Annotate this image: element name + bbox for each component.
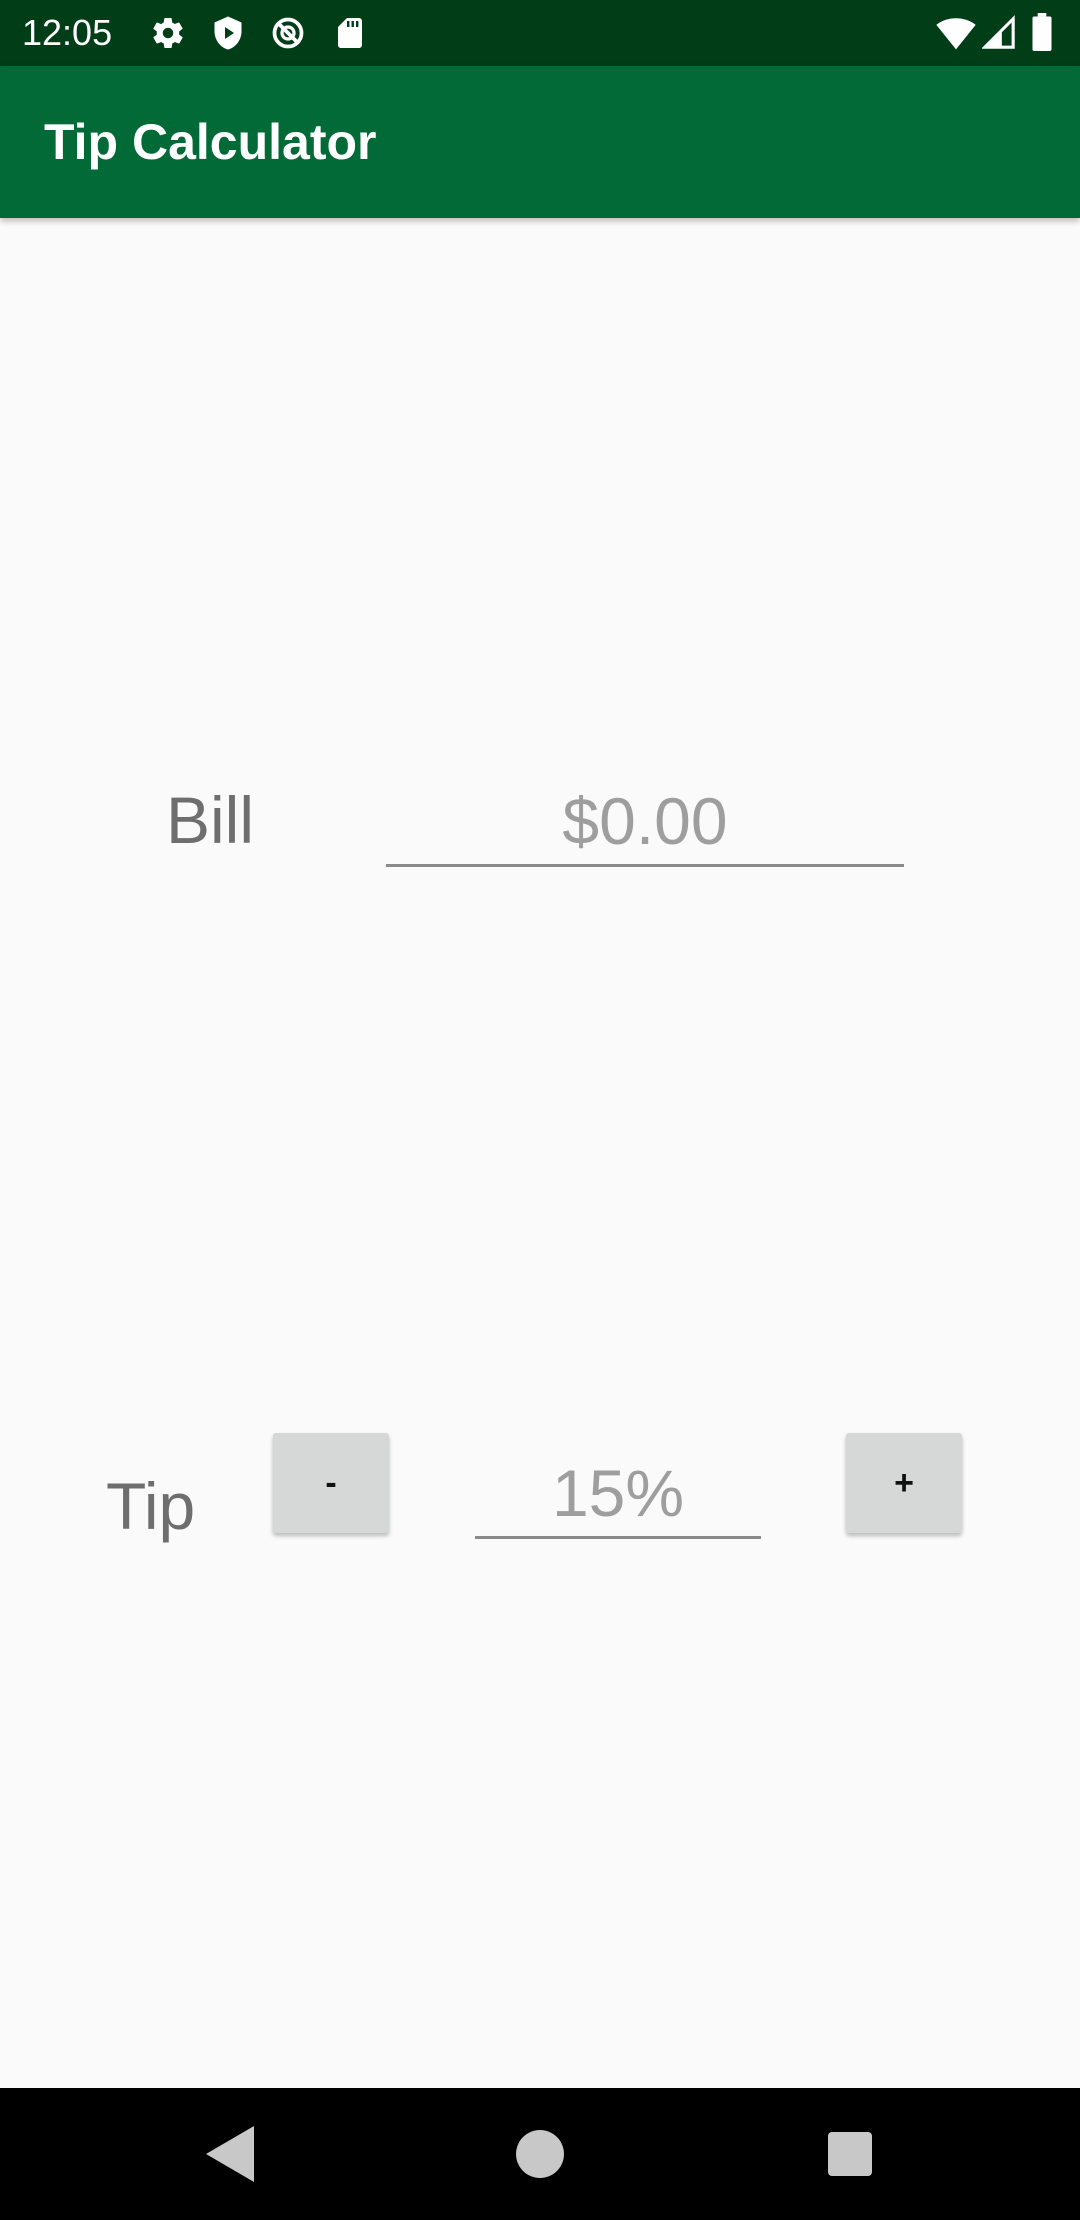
sd-card-icon [338,18,362,48]
signal-icon [982,15,1015,49]
shield-play-icon [214,16,242,50]
back-icon[interactable] [190,2114,270,2194]
tip-percent-input[interactable] [475,1450,761,1539]
home-icon[interactable] [500,2114,580,2194]
app-title: Tip Calculator [44,114,377,170]
tip-label: Tip [106,1469,196,1543]
gear-icon [153,18,183,49]
bill-input[interactable] [386,778,904,867]
no-sync-icon [272,17,304,49]
decrement-tip-button[interactable]: - [273,1433,389,1533]
calculator-form: Bill Tip - + [0,218,1080,2088]
bill-label: Bill [166,783,255,857]
battery-icon [1032,13,1052,51]
app-bar: Tip Calculator [0,66,1080,218]
status-bar: 12:05 [0,0,1080,66]
navigation-bar [0,2088,1080,2220]
status-time: 12:05 [22,12,113,53]
wifi-icon [936,18,976,50]
recents-icon[interactable] [810,2114,890,2194]
increment-tip-button[interactable]: + [846,1433,962,1533]
